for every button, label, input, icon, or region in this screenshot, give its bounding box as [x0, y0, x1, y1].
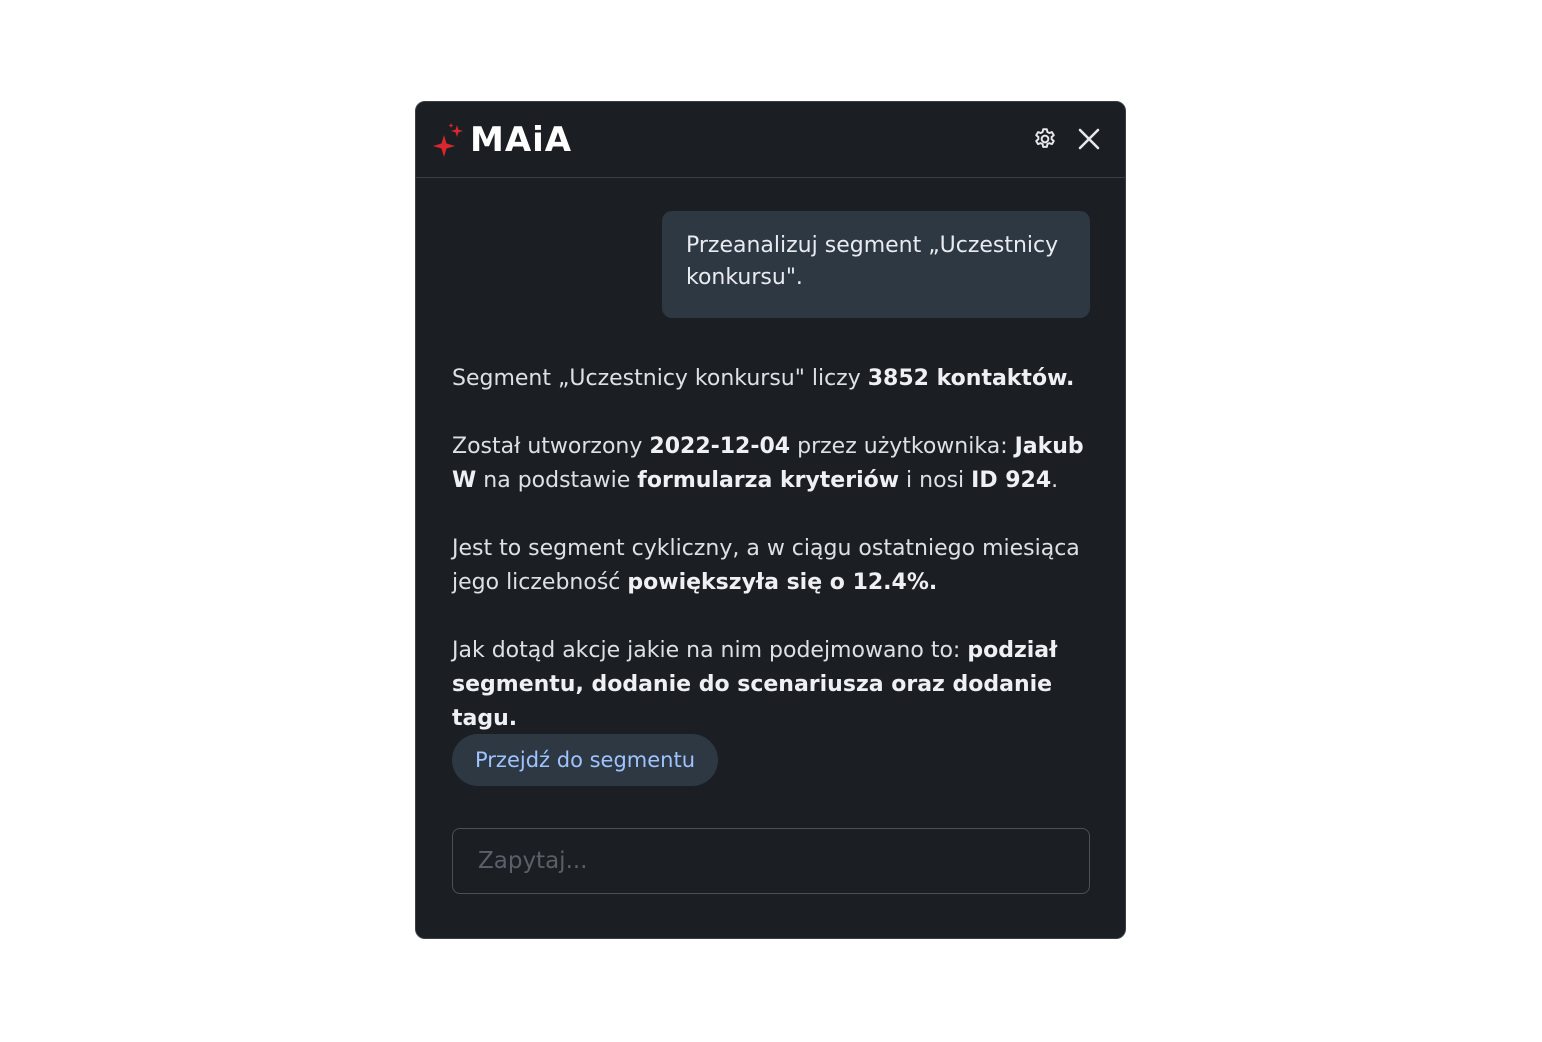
sparkle-icon [433, 123, 463, 157]
answer-highlight: 2022-12-04 [649, 434, 791, 459]
ask-input[interactable] [453, 829, 1089, 893]
answer-paragraph: Segment „Uczestnicy konkursu" liczy 3852… [452, 362, 1092, 396]
user-message: Przeanalizuj segment „Uczestnicy konkurs… [662, 211, 1090, 318]
answer-text: przez użytkownika: [790, 434, 1015, 459]
panel-header: MAiA [416, 102, 1125, 178]
close-button[interactable] [1074, 124, 1104, 154]
answer-paragraph: Jest to segment cykliczny, a w ciągu ost… [452, 532, 1092, 600]
answer-text: na podstawie [476, 468, 638, 493]
gear-icon [1035, 128, 1055, 148]
answer-highlight: formularza kryteriów [637, 468, 900, 493]
answer-text: . [1051, 468, 1059, 493]
go-to-segment-button[interactable]: Przejdź do segmentu [452, 734, 719, 786]
answer-paragraph: Jak dotąd akcje jakie na nim podejmowano… [452, 634, 1092, 736]
brand-name: MAiA [470, 120, 573, 160]
answer-paragraph: Został utworzony 2022-12-04 przez użytko… [452, 430, 1092, 498]
answer-text: Został utworzony [452, 434, 650, 459]
answer-highlight: powiększyła się o 12.4%. [627, 570, 938, 595]
settings-button[interactable] [1030, 124, 1060, 154]
answer-text: Segment „Uczestnicy konkursu" liczy [452, 366, 868, 391]
assistant-panel: MAiA Przeanalizuj segment „Uczestnicy ko… [415, 101, 1126, 939]
brand-logo: MAiA [430, 120, 572, 160]
assistant-answer: Segment „Uczestnicy konkursu" liczy 3852… [452, 362, 1092, 770]
close-icon [1078, 128, 1100, 150]
answer-text: i nosi [899, 468, 972, 493]
answer-text: Jak dotąd akcje jakie na nim podejmowano… [452, 638, 968, 663]
answer-highlight: ID 924 [971, 468, 1052, 493]
answer-highlight: 3852 kontaktów. [867, 366, 1075, 391]
ask-input-container [452, 828, 1090, 894]
